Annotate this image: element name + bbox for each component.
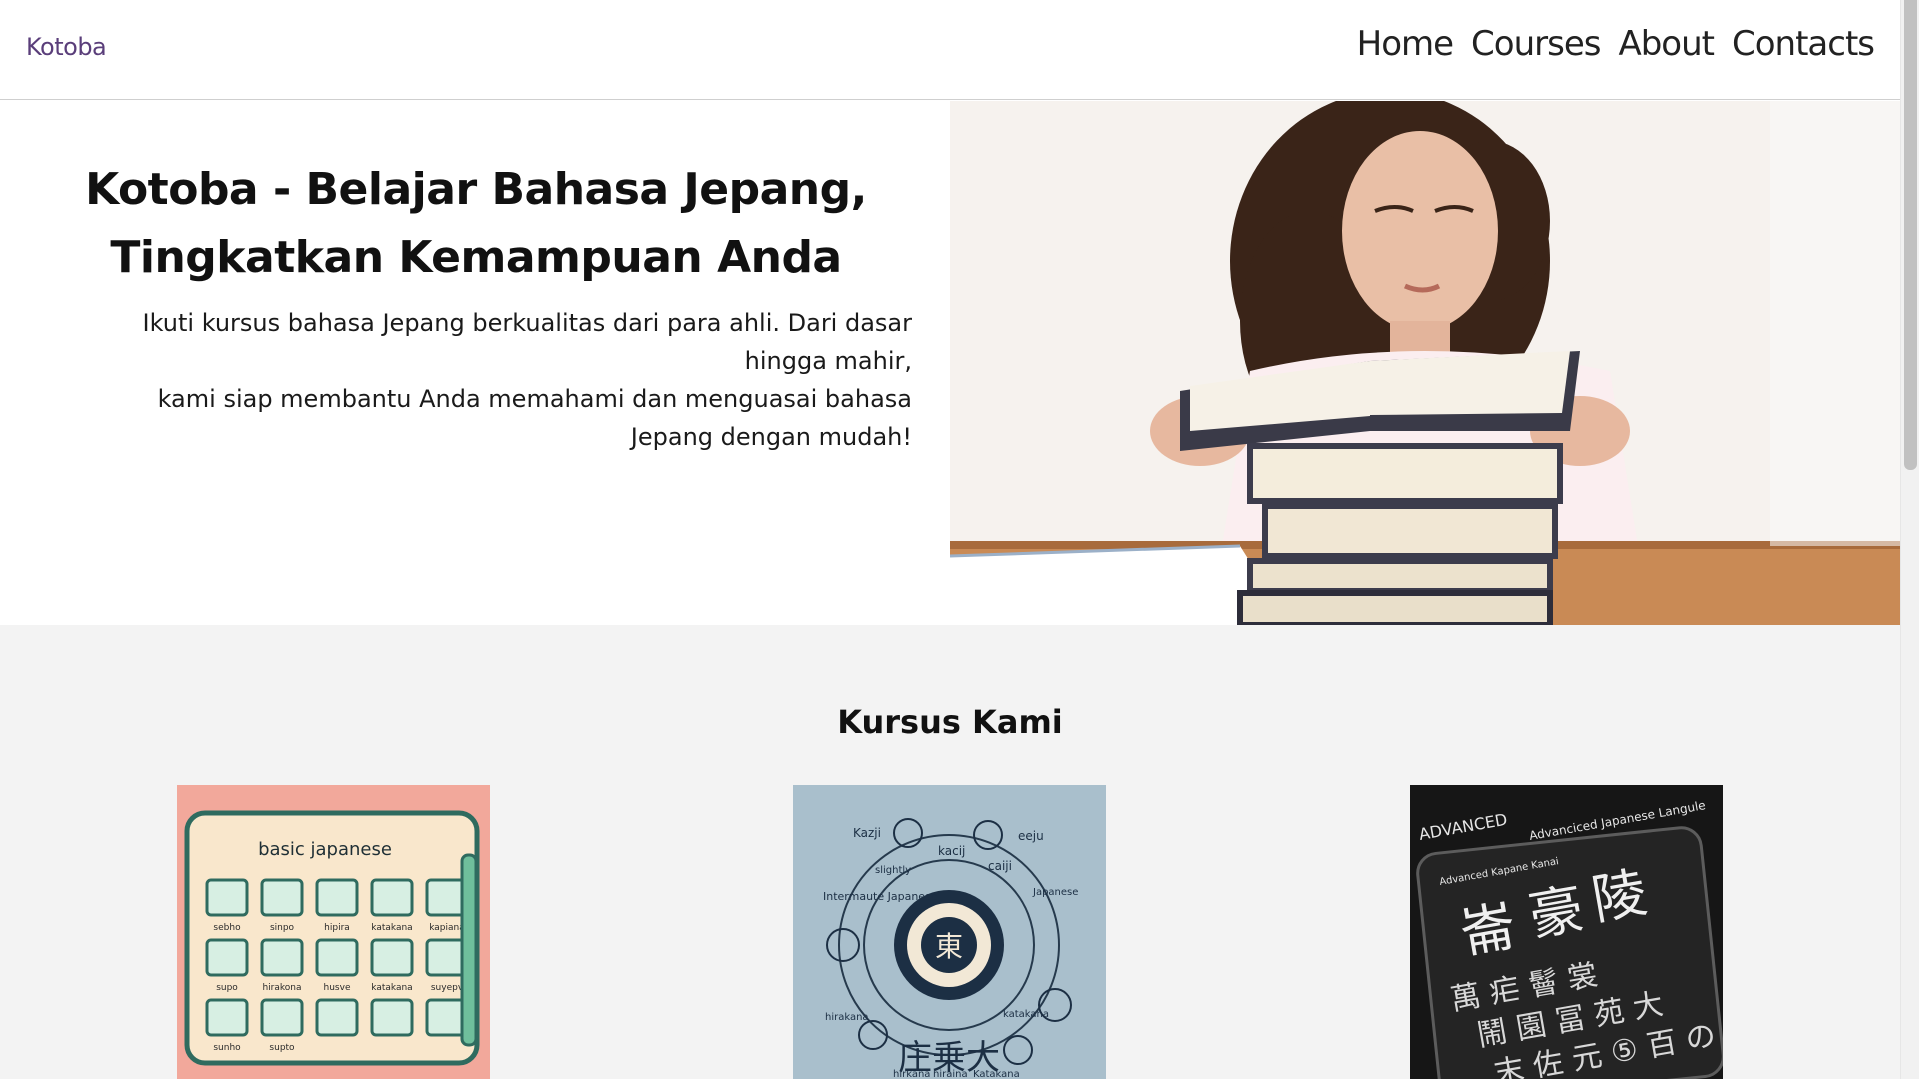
hero-section: Kotoba - Belajar Bahasa Jepang, Tingkatk… <box>0 101 1900 625</box>
hero-desc-line4: Jepang dengan mudah! <box>630 423 912 451</box>
card1-image-title: basic japanese <box>258 839 392 860</box>
nav-about-link[interactable]: About <box>1618 24 1715 64</box>
card1-label: supto <box>269 1043 295 1053</box>
page-scrollbar[interactable] <box>1900 0 1919 1079</box>
card2-text: Intermaute Japanese <box>823 890 938 903</box>
brand-logo[interactable]: Kotoba <box>26 33 107 61</box>
card2-text: kacij <box>938 844 965 858</box>
card1-label: suyepv <box>431 983 464 993</box>
navbar: Kotoba Home Courses About Contacts <box>0 0 1900 100</box>
hero-title-line2: Tingkatkan Kemampuan Anda <box>110 232 842 283</box>
card1-label: sebho <box>213 923 241 933</box>
card2-text: eeju <box>1018 829 1044 843</box>
card2-text: hirakana <box>825 1012 869 1023</box>
hero-description: Ikuti kursus bahasa Jepang berkualitas d… <box>90 304 912 456</box>
hero-title: Kotoba - Belajar Bahasa Jepang, Tingkatk… <box>60 156 892 292</box>
svg-text:豪: 豪 <box>1524 877 1588 948</box>
card2-text: Japanese <box>1032 887 1078 898</box>
nav-contacts-link[interactable]: Contacts <box>1732 24 1875 64</box>
course-card-basic[interactable]: basic japanese sebho sinpo hipira kataka… <box>177 785 490 1079</box>
card1-label: sunho <box>213 1043 241 1053</box>
nav-courses-link[interactable]: Courses <box>1471 24 1601 64</box>
courses-section: Kursus Kami basic japanese sebho sinpo h… <box>0 625 1900 1079</box>
card1-label: husve <box>324 983 351 993</box>
card1-label: hirakona <box>262 983 301 993</box>
hero-image <box>950 101 1900 625</box>
nav-links: Home Courses About Contacts <box>1357 24 1875 64</box>
hero-desc-line1: Ikuti kursus bahasa Jepang berkualitas d… <box>142 309 912 337</box>
card1-label: sinpo <box>270 923 295 933</box>
card1-label: katakana <box>371 983 412 993</box>
course-card-intermediate[interactable]: 東 Kazji kacij eeju caiji Intermaute Japa… <box>793 785 1106 1079</box>
card2-text: slightly <box>875 865 911 876</box>
card2-text: Kazji <box>853 826 881 840</box>
svg-text:庄乗大: 庄乗大 <box>898 1038 1000 1078</box>
card2-text: caiji <box>988 859 1012 873</box>
svg-text:陵: 陵 <box>1587 861 1651 932</box>
hero-desc-line3: kami siap membantu Anda memahami dan men… <box>157 385 912 413</box>
card1-label: hipira <box>324 923 350 933</box>
hero-title-line1: Kotoba - Belajar Bahasa Jepang, <box>85 164 867 215</box>
course-card-advanced[interactable]: ADVANCED Advanciced Japanese Langule Adv… <box>1410 785 1723 1079</box>
scrollbar-thumb[interactable] <box>1904 0 1917 470</box>
svg-text:崙: 崙 <box>1456 894 1520 965</box>
courses-title: Kursus Kami <box>837 703 1063 741</box>
hero-desc-line2: hingga mahir, <box>744 347 912 375</box>
pencil-icon <box>460 853 478 1047</box>
nav-home-link[interactable]: Home <box>1357 24 1454 64</box>
card1-label: katakana <box>371 923 412 933</box>
card1-label: kapiana <box>429 923 465 933</box>
svg-text:東: 東 <box>935 930 963 963</box>
page: Kotoba Home Courses About Contacts Kotob… <box>0 0 1919 1079</box>
card1-label: supo <box>216 983 238 993</box>
